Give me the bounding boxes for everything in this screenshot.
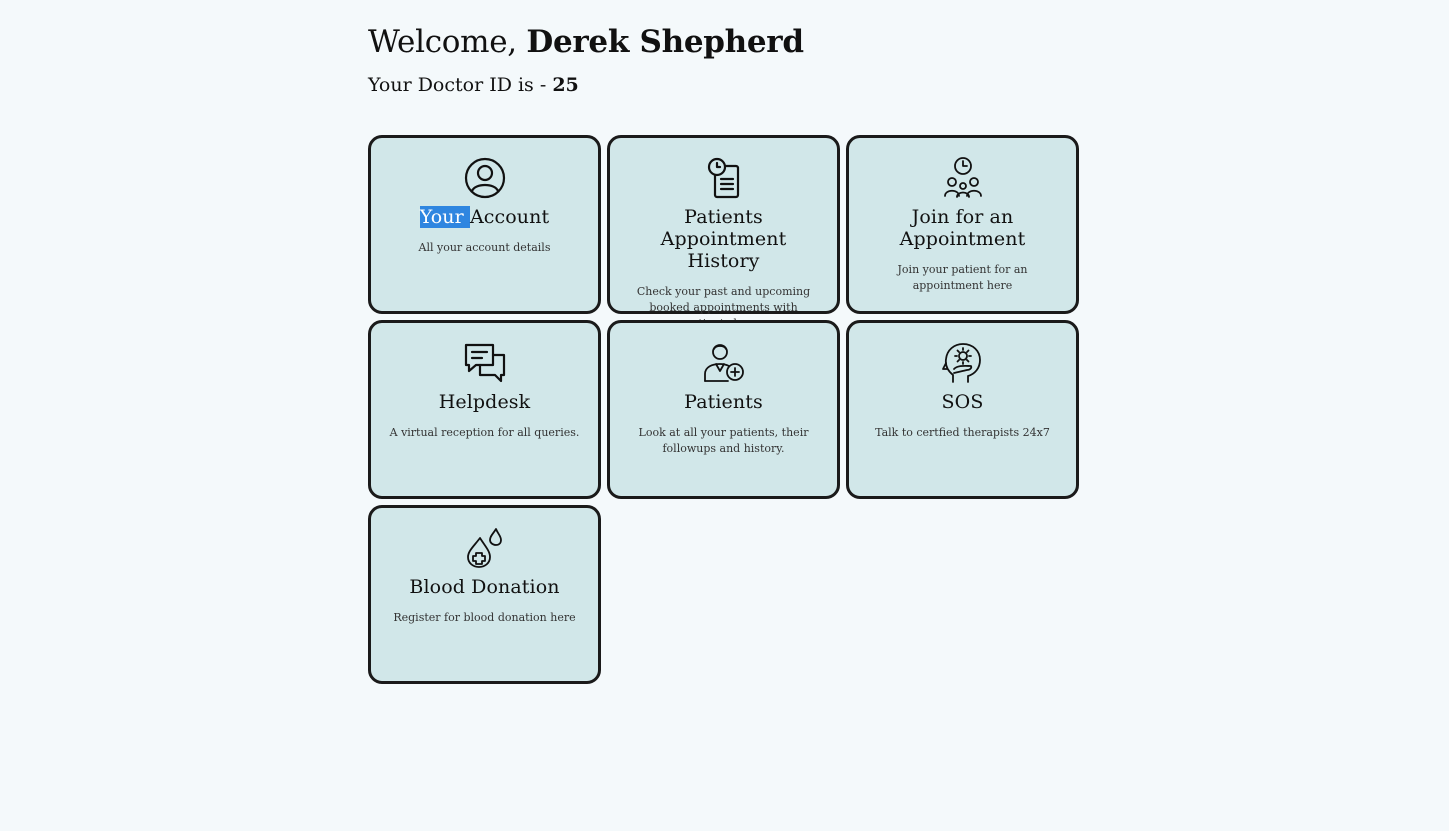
card-description: Look at all your patients, their followu… <box>638 426 809 455</box>
dashboard: Welcome, Derek Shepherd Your Doctor ID i… <box>368 0 1082 684</box>
helpdesk-card[interactable]: Helpdesk A virtual reception for all que… <box>368 320 601 499</box>
doctor-id-value: 25 <box>552 74 579 96</box>
card-description: A virtual reception for all queries. <box>389 426 580 439</box>
blood-donation-card[interactable]: Blood Donation Register for blood donati… <box>368 505 601 684</box>
join-appointment-card[interactable]: Join for an Appointment Join your patien… <box>846 135 1079 314</box>
user-circle-icon <box>463 156 507 200</box>
doctor-plus-icon <box>702 341 746 385</box>
mental-health-icon <box>941 341 985 385</box>
doctor-name: Derek Shepherd <box>526 24 804 60</box>
card-title-rest: Account <box>469 206 550 228</box>
doctor-id-prefix: Your Doctor ID is - <box>368 74 553 96</box>
feature-grid: Your Account All your account details Pa… <box>368 135 1082 684</box>
sos-card[interactable]: SOS Talk to certfied therapists 24x7 <box>846 320 1079 499</box>
card-description: All your account details <box>418 241 551 254</box>
card-title: Your Account <box>385 206 584 228</box>
card-description: Register for blood donation here <box>393 611 576 624</box>
card-title: Patients Appointment History <box>660 206 787 272</box>
meeting-clock-icon <box>941 156 985 200</box>
card-title: Join for an Appointment <box>899 206 1026 250</box>
patients-card[interactable]: Patients Look at all your patients, thei… <box>607 320 840 499</box>
card-description: Talk to certfied therapists 24x7 <box>875 426 1050 439</box>
card-description: Join your patient for an appointment her… <box>897 263 1028 292</box>
your-account-card[interactable]: Your Account All your account details <box>368 135 601 314</box>
card-title-selected: Your <box>419 206 470 228</box>
doctor-id-line: Your Doctor ID is - 25 <box>368 73 1082 97</box>
card-title: Patients <box>684 391 763 413</box>
blood-drop-icon <box>463 526 507 570</box>
card-title: Blood Donation <box>409 576 560 598</box>
card-title: SOS <box>941 391 984 413</box>
welcome-heading: Welcome, Derek Shepherd <box>368 0 1082 62</box>
welcome-prefix: Welcome, <box>368 24 527 60</box>
appointment-history-card[interactable]: Patients Appointment History Check your … <box>607 135 840 330</box>
card-title: Helpdesk <box>438 391 531 413</box>
clock-clipboard-icon <box>702 156 746 200</box>
chat-bubbles-icon <box>463 341 507 385</box>
